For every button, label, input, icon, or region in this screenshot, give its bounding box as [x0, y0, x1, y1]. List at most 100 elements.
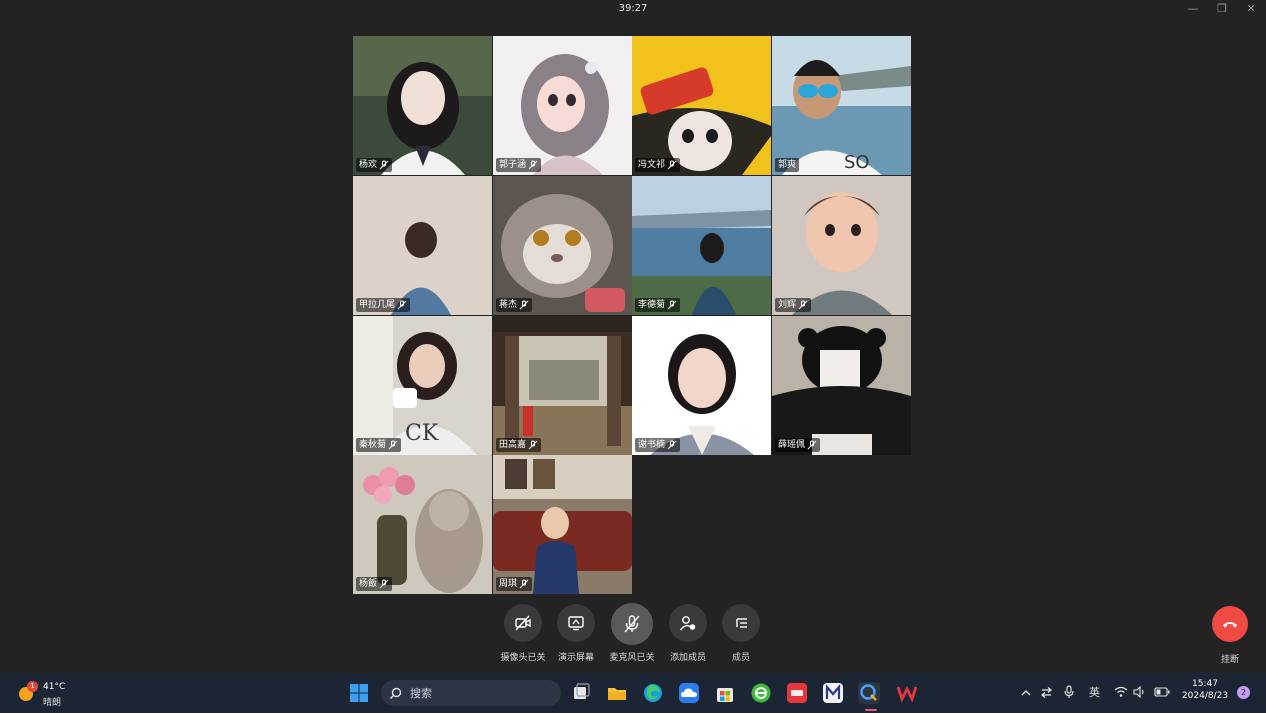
video-tile[interactable]: 李德菊: [632, 176, 771, 315]
edge-browser-icon[interactable]: [642, 682, 664, 704]
mic-muted-icon: [667, 300, 677, 310]
participant-video: [353, 36, 492, 175]
speaker-icon[interactable]: [1133, 686, 1146, 698]
notification-badge[interactable]: 2: [1237, 686, 1250, 699]
mic-muted-icon: [807, 440, 817, 450]
camera-off-button[interactable]: 摄像头已关: [493, 604, 553, 663]
mic-muted-icon: [397, 300, 407, 310]
participant-nametag: 秦秋菊: [356, 438, 402, 452]
participant-name: 李德菊: [638, 300, 666, 310]
participant-video: [632, 36, 771, 175]
camera-off-label: 摄像头已关: [500, 653, 546, 663]
participant-video: [632, 316, 771, 455]
participant-video: [353, 455, 492, 594]
video-tile[interactable]: 谢书楠: [632, 316, 771, 455]
participant-name: 周琪: [499, 579, 518, 589]
mic-off-button[interactable]: 麦克风已关: [602, 603, 662, 663]
mic-off-icon: [624, 615, 640, 633]
video-tile[interactable]: 刘辉: [772, 176, 911, 315]
battery-icon[interactable]: [1154, 687, 1170, 697]
participant-video: SO: [772, 36, 911, 175]
add-user-icon: [679, 616, 696, 631]
wifi-icon[interactable]: [1114, 686, 1128, 698]
search-icon: [390, 687, 402, 699]
svg-text:SO: SO: [844, 152, 870, 173]
participant-video: CK: [353, 316, 492, 455]
video-tile[interactable]: 杨飯: [353, 455, 492, 594]
mic-muted-icon: [379, 160, 389, 170]
mic-muted-icon: [388, 440, 398, 450]
video-tile[interactable]: 田高嘉: [493, 316, 632, 455]
meeting-timer: 39:27: [618, 3, 648, 14]
participant-video: [772, 316, 911, 455]
ime-indicator[interactable]: 英: [1089, 684, 1100, 700]
participant-name: 郭子涵: [499, 160, 527, 170]
clock-time: 15:47: [1192, 679, 1218, 689]
participant-name: 薛瑶佩: [778, 440, 806, 450]
participant-name: 刘辉: [778, 300, 797, 310]
participant-name: 秦秋菊: [359, 440, 387, 450]
participant-nametag: 周琪: [496, 577, 533, 591]
mic-muted-icon: [379, 579, 389, 589]
cloud-drive-icon[interactable]: [678, 682, 700, 704]
task-view-icon[interactable]: [570, 682, 592, 704]
wps-office-icon[interactable]: [896, 682, 918, 704]
taskbar: 1 41°C 晴朗 搜索 英 15:47 2024/8/23 2: [0, 673, 1266, 713]
participant-nametag: 薛瑶佩: [775, 438, 821, 452]
video-tile[interactable]: 薛瑶佩: [772, 316, 911, 455]
participant-name: 谢书楠: [638, 440, 666, 450]
video-tile[interactable]: CK 秦秋菊: [353, 316, 492, 455]
mic-muted-icon: [519, 300, 529, 310]
participant-name: 田高嘉: [499, 440, 527, 450]
microsoft-store-icon[interactable]: [714, 682, 736, 704]
clock-date: 2024/8/23: [1181, 691, 1229, 701]
system-clock[interactable]: 15:47 2024/8/23: [1180, 679, 1230, 701]
taskbar-search[interactable]: 搜索: [381, 680, 561, 706]
restore-button[interactable]: ❐: [1215, 2, 1229, 16]
close-button[interactable]: ✕: [1244, 2, 1258, 16]
active-app-indicator: [865, 709, 877, 711]
minimize-button[interactable]: —: [1186, 2, 1200, 16]
video-tile[interactable]: 冯文祁: [632, 36, 771, 175]
participant-nametag: 谢书楠: [635, 438, 681, 452]
mic-muted-icon: [667, 440, 677, 450]
video-tile[interactable]: 甲拉几尾: [353, 176, 492, 315]
switch-arrows-icon[interactable]: [1040, 686, 1053, 699]
hangup-button[interactable]: 挂断: [1206, 606, 1254, 665]
participant-video: [493, 455, 632, 594]
video-tile[interactable]: 周琪: [493, 455, 632, 594]
red-app-icon[interactable]: [786, 682, 808, 704]
microphone-icon[interactable]: [1063, 685, 1075, 699]
mic-muted-icon: [519, 579, 529, 589]
participant-nametag: 郭子涵: [496, 158, 542, 172]
participant-video: [493, 36, 632, 175]
share-screen-button[interactable]: 演示屏幕: [546, 604, 606, 663]
file-explorer-icon[interactable]: [606, 682, 628, 704]
phone-hangup-icon: [1223, 622, 1237, 628]
participant-name: 郭爽: [778, 160, 797, 170]
m-app-icon[interactable]: [822, 682, 844, 704]
participant-video: [632, 176, 771, 315]
add-member-button[interactable]: 添加成员: [658, 604, 718, 663]
participant-nametag: 杨飯: [356, 577, 393, 591]
svg-text:CK: CK: [405, 421, 439, 446]
mic-muted-icon: [528, 440, 538, 450]
windows-start-icon[interactable]: [348, 682, 370, 704]
meeting-app-icon[interactable]: [858, 682, 880, 704]
weather-condition: 晴朗: [43, 698, 62, 708]
weather-widget[interactable]: 1 41°C 晴朗: [17, 679, 97, 708]
share-screen-label: 演示屏幕: [557, 653, 594, 663]
chevron-up-icon[interactable]: [1020, 687, 1032, 699]
members-button[interactable]: 成员: [711, 604, 771, 663]
share-screen-icon: [568, 616, 584, 631]
video-tile-active-speaker[interactable]: SO 郭爽: [772, 36, 911, 175]
video-tile[interactable]: 蒋杰: [493, 176, 632, 315]
green-browser-icon[interactable]: [750, 682, 772, 704]
video-tile[interactable]: 郭子涵: [493, 36, 632, 175]
participant-video: [493, 176, 632, 315]
participant-nametag: 杨欢: [356, 158, 393, 172]
participant-video: [772, 176, 911, 315]
members-label: 成员: [731, 653, 750, 663]
video-tile[interactable]: 杨欢: [353, 36, 492, 175]
participant-nametag: 甲拉几尾: [356, 298, 411, 312]
